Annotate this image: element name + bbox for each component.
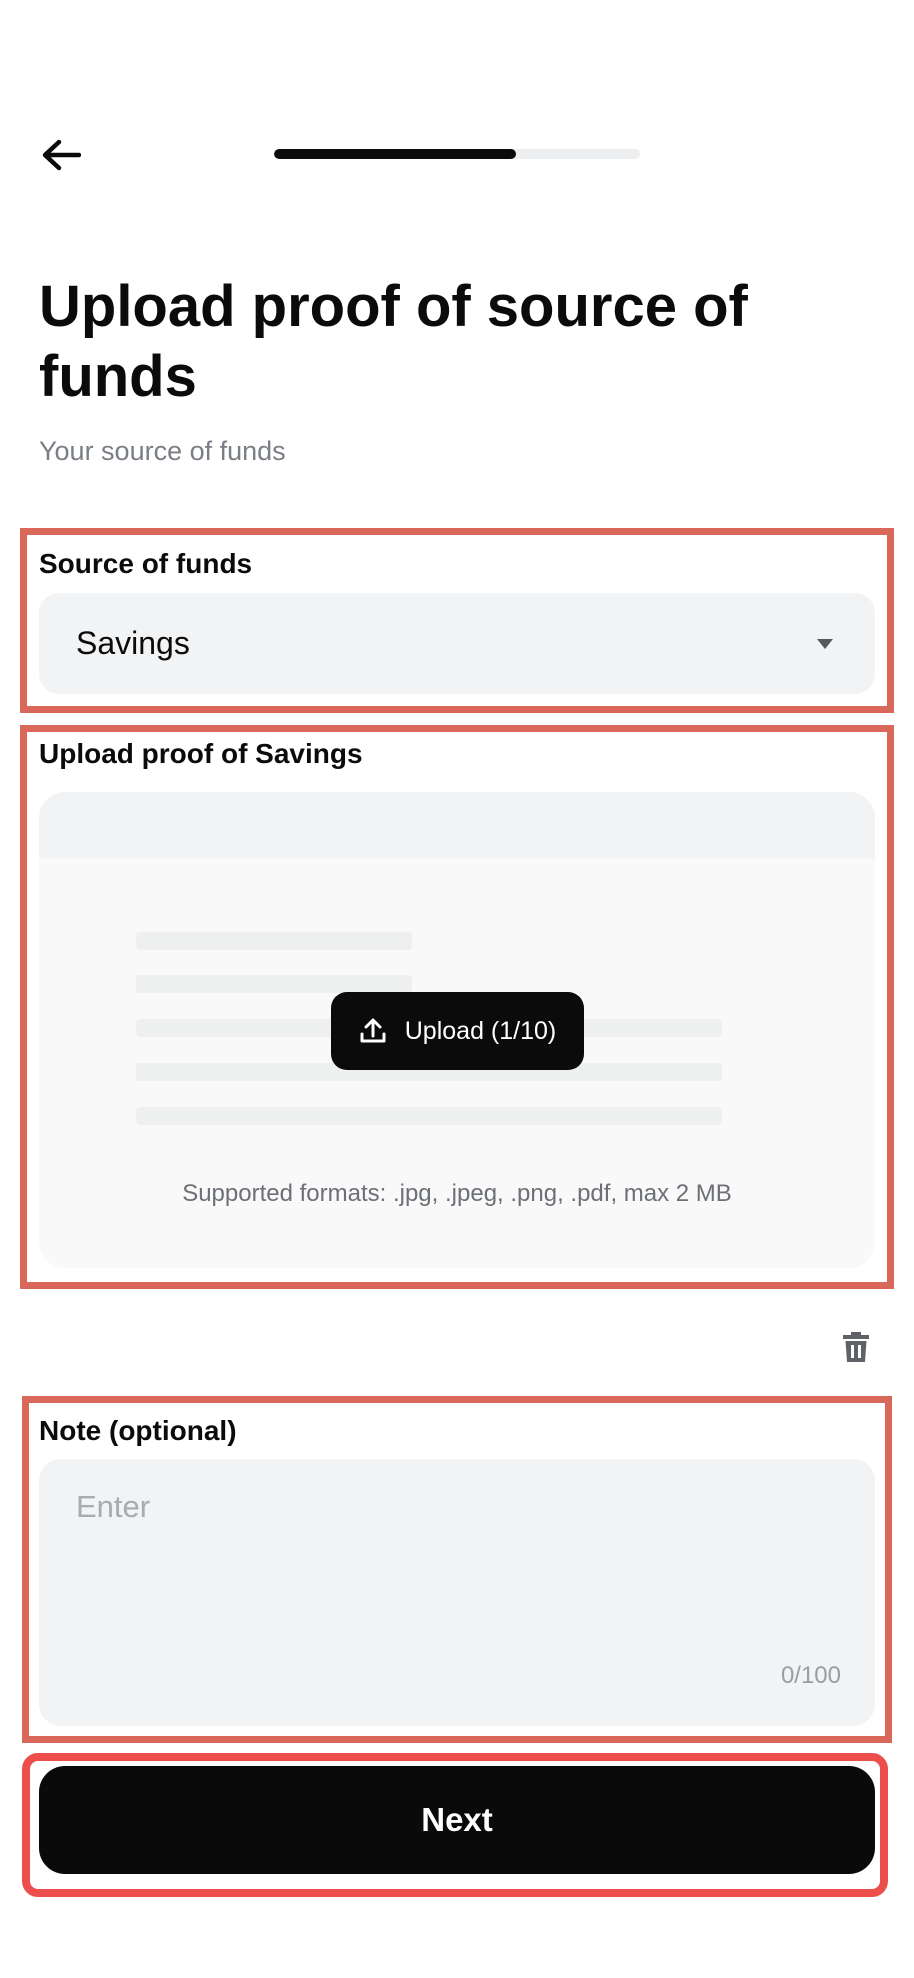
upload-icon [360,1018,386,1043]
progress-bar-fill [274,149,516,159]
upload-button[interactable]: Upload (1/10) [331,992,584,1070]
progress-bar [274,149,640,159]
upload-area-header [39,792,875,858]
upload-dropzone[interactable]: Upload (1/10) Supported formats: .jpg, .… [39,792,875,1268]
note-field[interactable]: 0/100 [39,1459,875,1726]
document-placeholder-line [136,975,412,993]
page-subtitle: Your source of funds [39,436,286,466]
source-field-label: Source of funds [39,548,253,579]
next-button[interactable]: Next [39,1766,875,1874]
delete-button[interactable] [836,1326,876,1368]
page-title: Upload proof of source of funds [39,274,748,409]
arrow-left-icon [42,139,81,171]
caret-down-icon [817,638,833,649]
upload-field-label: Upload proof of Savings [39,738,363,769]
document-placeholder-line [136,1107,722,1125]
upload-button-label: Upload (1/10) [404,1016,557,1045]
supported-formats-text: Supported formats: .jpg, .jpeg, .png, .p… [182,1180,732,1207]
note-char-counter: 0/100 [780,1662,841,1689]
source-of-funds-select[interactable]: Savings [39,593,875,694]
trash-icon [843,1332,869,1362]
note-input[interactable] [76,1489,836,1649]
source-of-funds-value: Savings [76,625,190,661]
document-placeholder-line [136,932,412,950]
upload-proof-screen: Upload proof of source of funds Your sou… [0,0,914,1978]
back-button[interactable] [34,128,88,182]
note-field-label: Note (optional) [39,1415,237,1446]
